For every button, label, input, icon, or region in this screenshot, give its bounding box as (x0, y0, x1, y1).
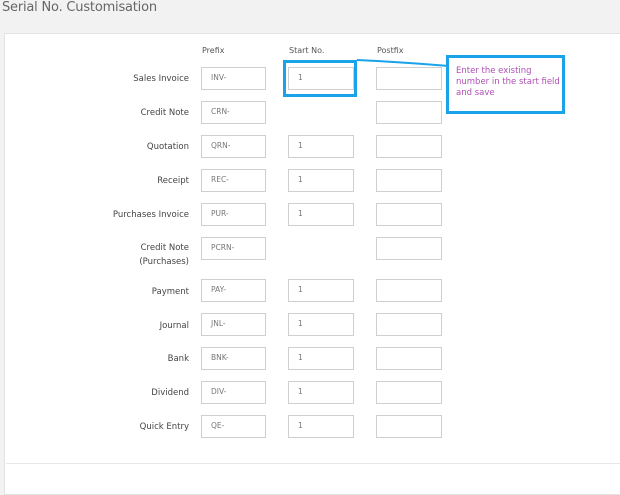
postfix-input-payment[interactable] (376, 279, 442, 302)
prefix-input-dividend[interactable]: DIV- (201, 381, 266, 404)
divider (6, 463, 620, 464)
postfix-input-purchases-invoice[interactable] (376, 203, 442, 226)
start-number-input-payment[interactable]: 1 (288, 279, 354, 302)
postfix-input-bank[interactable] (376, 347, 442, 370)
row-label-dividend: Dividend (151, 388, 189, 398)
row-label-quick-entry: Quick Entry (139, 422, 189, 432)
start-number-input-purchases-invoice[interactable]: 1 (288, 203, 354, 226)
postfix-input-quotation[interactable] (376, 135, 442, 158)
start-field-highlight (283, 60, 357, 97)
postfix-input-receipt[interactable] (376, 169, 442, 192)
row-label-journal: Journal (159, 321, 189, 331)
row-label-credit-note: Credit Note (140, 108, 189, 118)
prefix-input-credit-note[interactable]: CRN- (201, 101, 266, 124)
postfix-input-quick-entry[interactable] (376, 415, 442, 438)
prefix-input-payment[interactable]: PAY- (201, 279, 266, 302)
start-number-input-bank[interactable]: 1 (288, 347, 354, 370)
start-number-input-quick-entry[interactable]: 1 (288, 415, 354, 438)
prefix-input-journal[interactable]: JNL- (201, 313, 266, 336)
postfix-input-dividend[interactable] (376, 381, 442, 404)
row-label-credit-note-purchases: Credit Note (Purchases) (139, 243, 189, 267)
postfix-input-credit-note[interactable] (376, 101, 442, 124)
prefix-input-bank[interactable]: BNK- (201, 347, 266, 370)
prefix-input-quick-entry[interactable]: QE- (201, 415, 266, 438)
start-number-input-receipt[interactable]: 1 (288, 169, 354, 192)
postfix-input-sales-invoice[interactable] (376, 67, 442, 90)
instruction-callout: Enter the existing number in the start f… (446, 55, 565, 114)
column-header-prefix: Prefix (202, 46, 225, 55)
page-title: Serial No. Customisation (2, 0, 157, 15)
start-number-input-journal[interactable]: 1 (288, 313, 354, 336)
row-label-purchases-invoice: Purchases Invoice (112, 210, 189, 220)
column-header-start: Start No. (289, 46, 325, 55)
start-number-input-dividend[interactable]: 1 (288, 381, 354, 404)
prefix-input-receipt[interactable]: REC- (201, 169, 266, 192)
start-number-input-quotation[interactable]: 1 (288, 135, 354, 158)
row-label-bank: Bank (167, 354, 189, 364)
row-label-quotation: Quotation (146, 142, 189, 152)
prefix-input-credit-note-purchases[interactable]: PCRN- (201, 237, 266, 260)
row-label-receipt: Receipt (157, 176, 189, 186)
prefix-input-quotation[interactable]: QRN- (201, 135, 266, 158)
row-label-sales-invoice: Sales Invoice (133, 74, 189, 84)
postfix-input-journal[interactable] (376, 313, 442, 336)
postfix-input-credit-note-purchases[interactable] (376, 237, 442, 260)
row-label-payment: Payment (151, 287, 189, 297)
column-header-postfix: Postfix (377, 46, 404, 55)
prefix-input-sales-invoice[interactable]: INV- (201, 67, 266, 90)
prefix-input-purchases-invoice[interactable]: PUR- (201, 203, 266, 226)
